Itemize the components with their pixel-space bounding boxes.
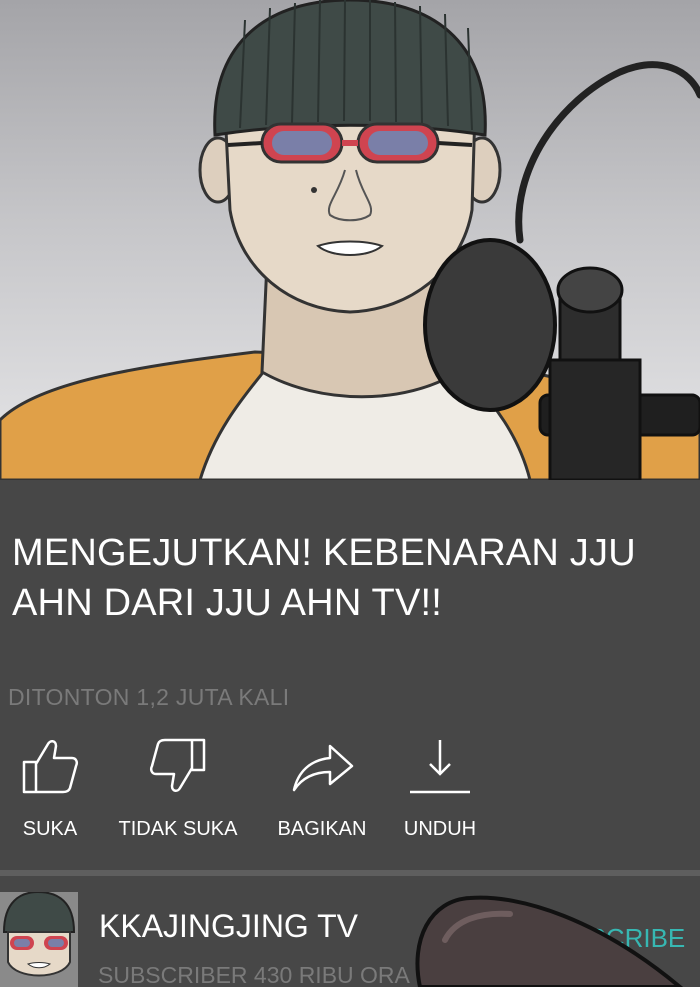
download-button[interactable]: UNDUH [398, 734, 482, 841]
dislike-label: TIDAK SUKA [118, 818, 238, 840]
subscribe-button[interactable]: SUBSCRIBE [535, 923, 685, 954]
thumbs-down-icon [149, 738, 206, 792]
video-info-panel: MENGEJUTKAN! KEBENARAN JJU AHN DARI JJU … [0, 480, 700, 987]
thumbs-up-icon [22, 740, 79, 794]
avatar[interactable] [0, 892, 78, 987]
like-label: SUKA [22, 818, 78, 840]
channel-avatar-image [0, 892, 78, 987]
view-count: DITONTON 1,2 JUTA KALI [8, 684, 290, 710]
streamer-illustration [0, 0, 700, 480]
share-label: BAGIKAN [277, 818, 367, 840]
share-arrow-icon [292, 744, 354, 792]
video-thumbnail[interactable] [0, 0, 700, 480]
like-button[interactable]: SUKA [10, 734, 90, 841]
download-label: UNDUH [403, 818, 477, 840]
share-button[interactable]: BAGIKAN [272, 734, 372, 841]
download-icon [410, 740, 470, 794]
subscriber-count: SUBSCRIBER 430 RIBU ORA [98, 962, 410, 987]
video-title: MENGEJUTKAN! KEBENARAN JJU AHN DARI JJU … [12, 532, 636, 624]
action-bar: SUKA TIDAK SUKA BAGIKAN UNDUH [0, 734, 700, 854]
channel-row: KKAJINGJING TV SUBSCRIBER 430 RIBU ORA S… [0, 876, 700, 987]
dislike-button[interactable]: TIDAK SUKA [116, 734, 240, 841]
channel-name[interactable]: KKAJINGJING TV [99, 908, 358, 945]
